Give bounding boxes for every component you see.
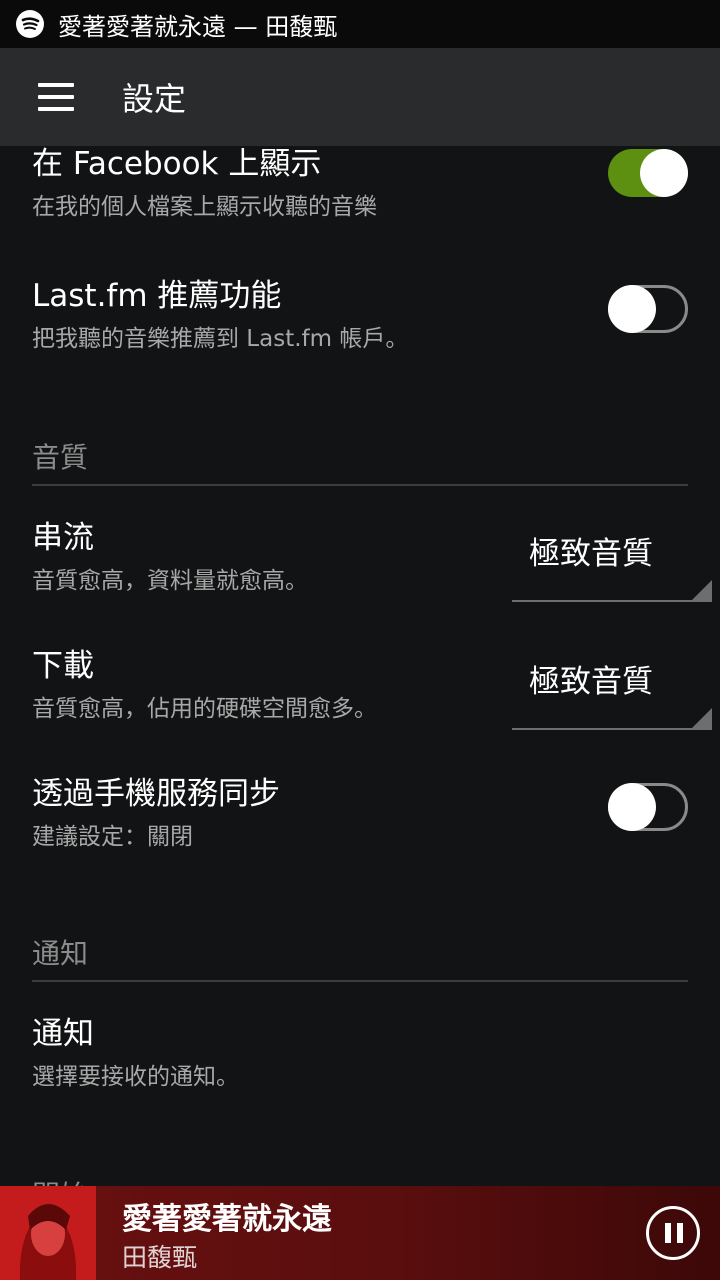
now-playing-bar[interactable]: 愛著愛著就永遠 田馥甄 — [0, 1186, 720, 1280]
settings-list[interactable]: 在 Facebook 上顯示 在我的個人檔案上顯示收聽的音樂 Last.fm 推… — [0, 146, 720, 1186]
download-quality-value: 極致音質 — [529, 664, 653, 700]
now-playing-notification: 愛著愛著就永遠 — 田馥甄 — [58, 12, 338, 41]
dropdown-corner-icon — [690, 580, 712, 602]
notifications-setting[interactable]: 通知 選擇要接收的通知。 — [32, 1008, 688, 1108]
streaming-quality-dropdown[interactable]: 極致音質 — [512, 512, 712, 602]
hamburger-menu-icon[interactable] — [0, 48, 112, 146]
album-art[interactable] — [0, 1186, 96, 1280]
lastfm-setting[interactable]: Last.fm 推薦功能 把我聽的音樂推薦到 Last.fm 帳戶。 — [32, 270, 688, 380]
track-artist: 田馥甄 — [122, 1243, 198, 1272]
section-header-partial: 開始 — [32, 1174, 88, 1186]
streaming-quality-value: 極致音質 — [529, 536, 653, 572]
lastfm-toggle[interactable] — [608, 285, 688, 333]
pause-icon[interactable] — [646, 1206, 700, 1260]
facebook-description: 在我的個人檔案上顯示收聽的音樂 — [32, 194, 377, 220]
sync-mobile-setting[interactable]: 透過手機服務同步 建議設定：關閉 — [32, 768, 688, 868]
status-bar: 愛著愛著就永遠 — 田馥甄 — [0, 0, 720, 48]
lastfm-label: Last.fm 推薦功能 — [32, 278, 282, 314]
dropdown-corner-icon — [690, 708, 712, 730]
divider — [32, 484, 688, 486]
app-bar: 設定 — [0, 48, 720, 146]
notifications-label: 通知 — [32, 1016, 94, 1052]
spotify-icon — [16, 10, 44, 38]
track-title: 愛著愛著就永遠 — [122, 1202, 332, 1237]
sync-mobile-toggle[interactable] — [608, 783, 688, 831]
facebook-toggle[interactable] — [608, 149, 688, 197]
facebook-setting[interactable]: 在 Facebook 上顯示 在我的個人檔案上顯示收聽的音樂 — [32, 146, 688, 248]
download-quality-dropdown[interactable]: 極致音質 — [512, 640, 712, 730]
divider — [32, 980, 688, 982]
section-header-notifications: 通知 — [32, 937, 89, 970]
section-header-audio-quality: 音質 — [32, 441, 89, 474]
facebook-label: 在 Facebook 上顯示 — [32, 146, 322, 182]
notifications-description: 選擇要接收的通知。 — [32, 1064, 239, 1090]
lastfm-description: 把我聽的音樂推薦到 Last.fm 帳戶。 — [32, 326, 409, 352]
page-title: 設定 — [122, 80, 187, 118]
sync-mobile-label: 透過手機服務同步 — [32, 776, 280, 812]
sync-mobile-description: 建議設定：關閉 — [32, 824, 193, 850]
